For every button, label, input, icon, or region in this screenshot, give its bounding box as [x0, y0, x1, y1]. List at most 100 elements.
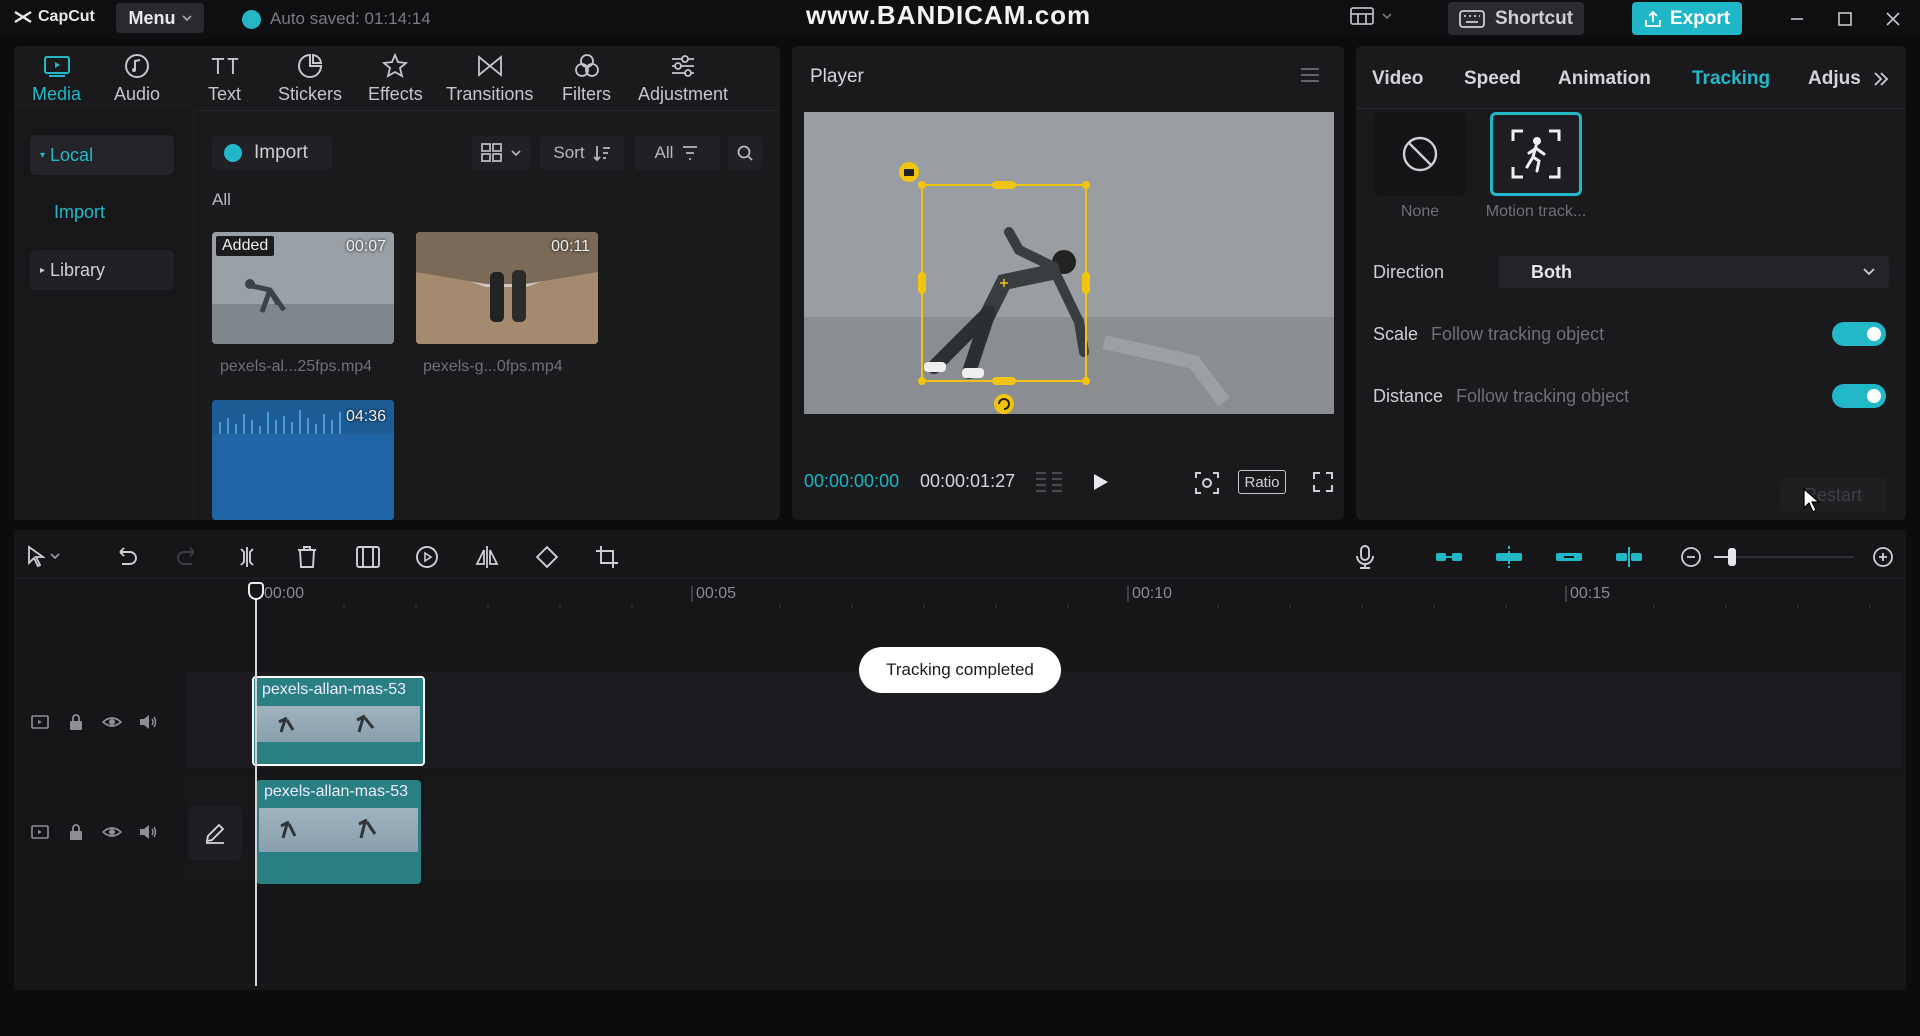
layout-button[interactable] [1350, 7, 1392, 25]
media-item-video-2[interactable]: 00:11 [416, 232, 598, 344]
check-circle-icon [242, 9, 261, 29]
overlay-track[interactable] [186, 778, 1902, 882]
view-mode-button[interactable] [472, 136, 530, 170]
scale-toggle[interactable] [1832, 322, 1886, 346]
tab-effects[interactable]: Effects [368, 52, 423, 105]
mirror-button[interactable] [474, 544, 500, 570]
tab-adjust[interactable]: Adjus [1808, 68, 1861, 90]
duration-label: 00:07 [345, 238, 386, 255]
duration-label: 00:11 [551, 238, 590, 255]
fit-zoom-button[interactable] [1194, 471, 1220, 495]
preview-axis-button[interactable] [1614, 544, 1642, 570]
undo-button[interactable] [114, 544, 140, 570]
lock-icon[interactable] [66, 712, 86, 732]
zoom-out-button[interactable] [1678, 544, 1704, 570]
current-time: 00:00:00:00 [804, 471, 900, 491]
distance-toggle[interactable] [1832, 384, 1886, 408]
motion-tracking-icon [1511, 129, 1561, 179]
trash-icon [298, 546, 316, 568]
undo-icon [119, 547, 137, 565]
ratio-button[interactable]: Ratio [1238, 470, 1286, 494]
player-title: Player [810, 66, 864, 87]
zoom-in-button[interactable] [1870, 544, 1896, 570]
reverse-button[interactable] [414, 544, 440, 570]
cover-toggle-icon[interactable] [30, 822, 50, 842]
tab-label: Effects [368, 84, 423, 104]
main-track-magnet-button[interactable] [1434, 544, 1462, 570]
edit-cover-button[interactable] [188, 806, 242, 860]
tracking-option-motion[interactable] [1490, 112, 1582, 196]
tab-label: Transitions [446, 84, 534, 104]
redo-button[interactable] [174, 544, 200, 570]
cover-toggle-icon[interactable] [30, 712, 50, 732]
total-time: 00:00:01:27 [920, 471, 1016, 491]
eye-icon[interactable] [102, 712, 122, 732]
delete-button[interactable] [294, 544, 320, 570]
tab-filters[interactable]: Filters [562, 52, 611, 105]
menu-button[interactable]: Menu [116, 3, 204, 33]
shortcut-button[interactable]: Shortcut [1448, 2, 1584, 35]
tracking-option-none[interactable] [1374, 112, 1466, 196]
tab-adjustment[interactable]: Adjustment [638, 52, 728, 105]
select-tool-button[interactable] [26, 544, 60, 570]
sort-button[interactable]: Sort [540, 136, 624, 170]
tab-speed[interactable]: Speed [1464, 68, 1521, 90]
freeze-frame-button[interactable] [354, 544, 380, 570]
sidebar-item-library[interactable]: ▸ Library [30, 250, 174, 290]
lock-icon[interactable] [66, 822, 86, 842]
minimize-button[interactable] [1786, 8, 1808, 30]
restart-button[interactable]: Restart [1780, 478, 1886, 512]
linkage-button[interactable] [1554, 544, 1582, 570]
hamburger-icon [1301, 68, 1319, 82]
play-button[interactable] [1090, 472, 1110, 492]
import-button[interactable]: Import [212, 136, 332, 170]
tab-video[interactable]: Video [1372, 68, 1423, 90]
fullscreen-button[interactable] [1312, 471, 1334, 493]
rotate-button[interactable] [534, 544, 560, 570]
playhead[interactable] [255, 590, 257, 986]
clip-thumbnails [259, 808, 418, 852]
playhead-handle[interactable] [248, 582, 264, 600]
tab-media[interactable]: Media [32, 52, 81, 105]
video-clip-overlay[interactable]: pexels-allan-mas-53 [256, 780, 421, 884]
tab-audio[interactable]: Audio [114, 52, 160, 105]
frame-grid-icon[interactable] [1034, 471, 1064, 493]
tab-stickers[interactable]: Stickers [278, 52, 342, 105]
sidebar-item-label: Local [50, 144, 94, 165]
video-preview[interactable] [804, 112, 1334, 414]
crop-button[interactable] [594, 544, 620, 570]
tab-transitions[interactable]: Transitions [446, 52, 533, 105]
close-button[interactable] [1882, 8, 1904, 30]
filter-button[interactable]: All [634, 136, 720, 170]
distance-row: Distance Follow tracking object [1373, 386, 1629, 407]
direction-select[interactable]: Both [1499, 256, 1889, 288]
search-button[interactable] [728, 136, 762, 170]
media-item-video-1[interactable]: Added 00:07 [212, 232, 394, 344]
zoom-slider-handle[interactable] [1728, 548, 1736, 566]
eye-icon[interactable] [102, 822, 122, 842]
tab-tracking[interactable]: Tracking [1692, 68, 1770, 90]
menu-label: Menu [128, 7, 176, 28]
redo-icon [177, 547, 195, 565]
tab-animation[interactable]: Animation [1558, 68, 1651, 90]
export-button[interactable]: Export [1632, 2, 1742, 35]
tab-text[interactable]: Text [208, 52, 241, 105]
video-clip-main[interactable]: pexels-allan-mas-53 [252, 676, 425, 766]
play-icon [1094, 474, 1108, 490]
record-voice-button[interactable] [1352, 544, 1378, 570]
player-menu-button[interactable] [1300, 67, 1320, 83]
direction-label: Direction [1373, 262, 1445, 282]
rotate-handle-icon [994, 394, 1014, 414]
distance-label: Distance [1373, 386, 1444, 406]
zoom-slider[interactable] [1714, 548, 1854, 566]
timeline-ruler[interactable] [186, 580, 1902, 610]
split-button[interactable] [234, 544, 260, 570]
maximize-button[interactable] [1834, 8, 1856, 30]
speaker-icon[interactable] [138, 822, 158, 842]
speaker-icon[interactable] [138, 712, 158, 732]
more-tabs-button[interactable] [1872, 70, 1890, 88]
auto-snap-button[interactable] [1494, 544, 1522, 570]
media-item-audio[interactable]: 04:36 [212, 400, 394, 520]
sidebar-item-import[interactable]: Import [44, 192, 188, 232]
sidebar-item-local[interactable]: ▾ Local [30, 135, 174, 175]
